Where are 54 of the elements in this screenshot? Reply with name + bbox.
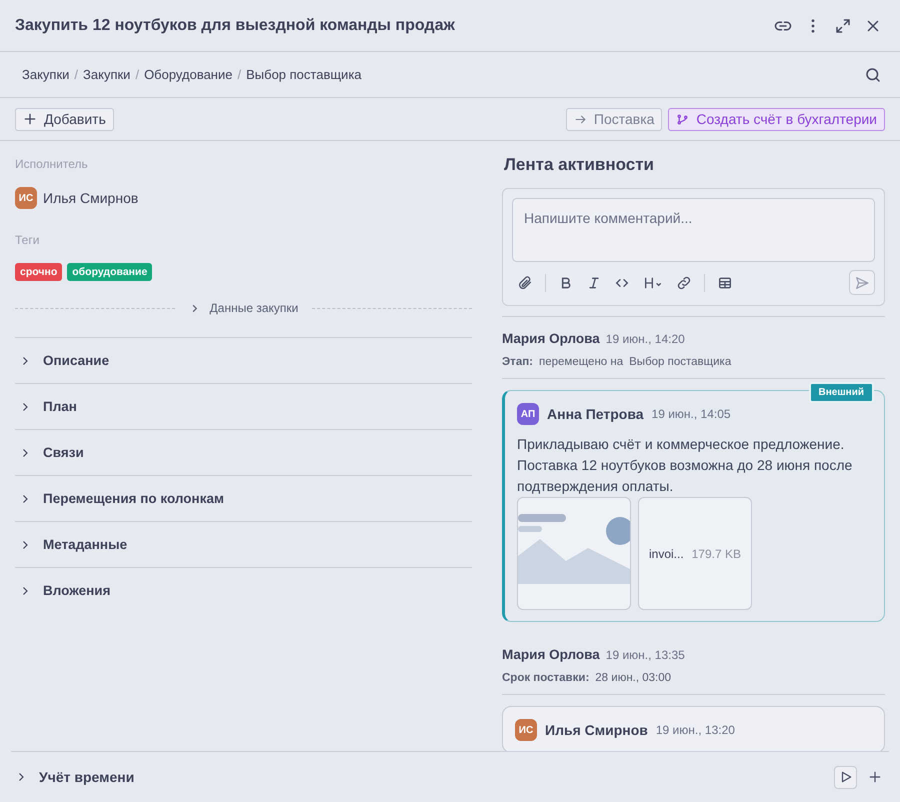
link-icon[interactable] [676, 274, 692, 290]
arrow-right-icon [574, 112, 587, 126]
section-header[interactable]: Связи [15, 429, 472, 475]
window-title: Закупить 12 ноутбуков для выездной команды продаж [15, 16, 455, 34]
timestamp: 19 июн., 14:05 [652, 407, 731, 421]
event-text: перемещено на [539, 356, 624, 368]
external-badge: Внешний [808, 382, 874, 403]
comment-field[interactable]: Напишите комментарий... [512, 198, 875, 262]
plus-icon [23, 112, 37, 126]
field-label: Исполнитель [15, 157, 89, 171]
heading-icon[interactable] [642, 274, 664, 290]
timestamp: 19 июн., 14:20 [606, 332, 685, 346]
author-name: Анна Петрова [547, 406, 644, 422]
timestamp: 19 июн., 13:35 [606, 648, 685, 662]
avatar: АП [517, 403, 539, 425]
breadcrumb-separator: / [237, 67, 242, 82]
breadcrumb-link[interactable]: Выбор поставщика [246, 67, 362, 82]
breadcrumb-link[interactable]: Закупки [83, 67, 130, 82]
section-header[interactable]: Перемещения по колонкам [15, 475, 472, 521]
section-header[interactable]: План [15, 383, 472, 429]
breadcrumb-link[interactable]: Оборудование [144, 67, 232, 82]
file-size: 179.7 KB [692, 546, 741, 560]
send-icon [854, 274, 870, 290]
activity-title: Лента активности [504, 155, 656, 175]
attach-icon[interactable] [517, 274, 533, 290]
section-header[interactable]: Описание [15, 337, 472, 383]
branch-icon [676, 112, 690, 126]
file-attachment[interactable]: invoi... 179.7 KB [638, 497, 752, 610]
comment-text: Прикладываю счёт и коммерческое предложение. Поставка 12 ноутбуков возможна до 28 июня после подтверждения оплаты. [517, 435, 854, 496]
add-button[interactable]: Добавить [15, 108, 114, 130]
avatar: ИС [15, 187, 37, 209]
create-invoice-button[interactable]: Создать счёт в бухгалтерии [668, 108, 885, 130]
breadcrumb-separator: / [74, 67, 78, 82]
author-name: Мария Орлова [502, 647, 600, 662]
time-tracking-toggle[interactable]: Учёт времени [15, 769, 134, 785]
timestamp: 19 июн., 13:20 [656, 723, 735, 737]
avatar: ИС [515, 719, 537, 741]
assignee-name: Илья Смирнов [43, 190, 138, 206]
breadcrumb-link[interactable]: Закупки [22, 67, 70, 82]
section-header[interactable]: Метаданные [15, 521, 472, 567]
breadcrumb-separator: / [135, 67, 140, 82]
author-name: Мария Орлова [502, 331, 600, 346]
field-label: Срок поставки: [502, 672, 590, 684]
section-header[interactable]: Вложения [15, 567, 472, 613]
start-timer-button[interactable] [834, 766, 857, 788]
field-value: Выбор поставщика [629, 356, 732, 368]
tag[interactable]: срочно [15, 263, 62, 281]
purchase-data-toggle[interactable]: Данные закупки [184, 301, 302, 315]
table-icon[interactable] [717, 274, 733, 290]
field-value: 28 июн., 03:00 [595, 672, 672, 684]
author-name: Илья Смирнов [545, 722, 648, 738]
field-label: Этап: [502, 356, 533, 368]
field-label: Теги [15, 233, 40, 247]
file-name: invoi... [649, 546, 684, 560]
